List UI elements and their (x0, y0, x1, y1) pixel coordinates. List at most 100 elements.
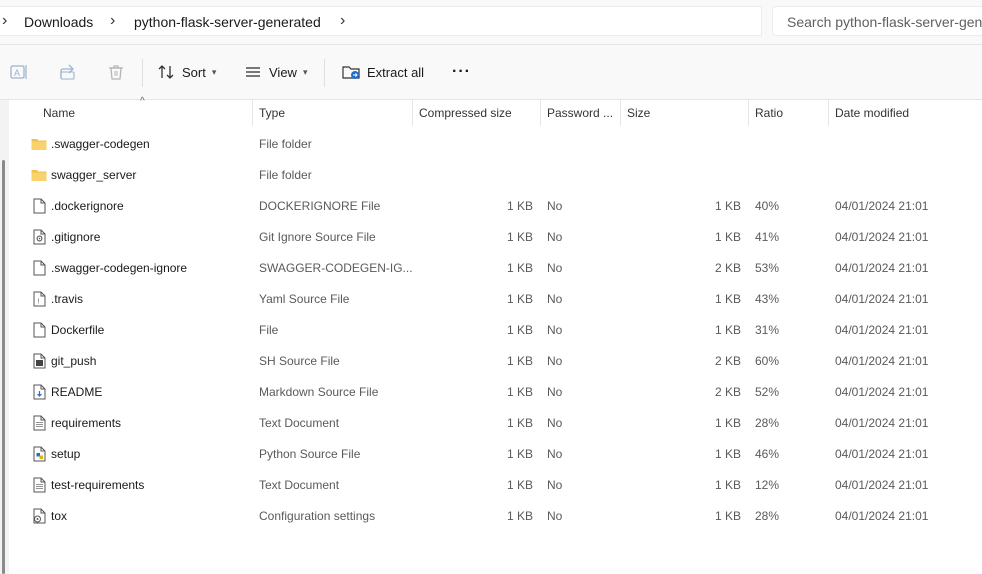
view-label: View (269, 64, 297, 80)
file-password: No (547, 447, 563, 461)
breadcrumb-downloads[interactable]: Downloads (24, 14, 93, 30)
toolbar-divider (142, 59, 143, 87)
extract-all-button[interactable]: Extract all (342, 60, 424, 84)
file-date: 04/01/2024 21:01 (835, 447, 929, 461)
file-icon (31, 322, 47, 338)
file-size: 2 KB (714, 354, 741, 368)
file-size: 1 KB (714, 230, 741, 244)
chevron-right-icon[interactable]: › (340, 12, 345, 30)
file-compressed-size: 1 KB (506, 447, 533, 461)
column-header-name[interactable]: Name (43, 106, 75, 120)
list-item[interactable]: git_push SH Source File 1 KB No 2 KB 60% 04/01… (10, 346, 982, 377)
list-item[interactable]: Dockerfile File 1 KB No 1 KB 31% 04/01/2024 21… (10, 315, 982, 346)
list-item[interactable]: .swagger-codegen-ignore SWAGGER-CODEGEN-I… (10, 253, 982, 284)
file-compressed-size: 1 KB (506, 509, 533, 523)
file-compressed-size: 1 KB (506, 323, 533, 337)
column-divider[interactable] (412, 100, 413, 126)
file-type: SH Source File (259, 354, 340, 368)
folder-icon (31, 167, 47, 183)
share-icon[interactable] (58, 62, 78, 82)
svg-text:!: ! (38, 299, 40, 306)
extract-icon (342, 66, 360, 79)
delete-icon[interactable] (106, 62, 126, 82)
column-divider[interactable] (252, 100, 253, 126)
folder-icon (31, 136, 47, 152)
file-type: Text Document (259, 478, 340, 492)
list-item[interactable]: ! .travis Yaml Source File 1 KB No 1 KB 43% 04/… (10, 284, 982, 315)
file-size: 1 KB (714, 292, 741, 306)
more-options-button[interactable]: ··· (452, 60, 471, 84)
file-icon (31, 260, 47, 276)
python-file-icon (31, 446, 47, 462)
file-name: .dockerignore (51, 199, 124, 213)
file-date: 04/01/2024 21:01 (835, 230, 929, 244)
column-header-type[interactable]: Type (259, 106, 285, 120)
search-input[interactable]: Search python-flask-server-generated (787, 14, 982, 30)
sort-label: Sort (182, 64, 206, 80)
search-box[interactable]: Search python-flask-server-generated (772, 6, 982, 36)
column-divider[interactable] (828, 100, 829, 126)
column-header-compressed-size[interactable]: Compressed size (419, 106, 512, 120)
chevron-down-icon: ▾ (302, 66, 308, 77)
file-type: File (259, 323, 279, 337)
address-bar: › Downloads › python-flask-server-genera… (0, 0, 982, 45)
svg-text:A: A (14, 68, 20, 78)
file-ratio: 52% (755, 385, 780, 399)
file-date: 04/01/2024 21:01 (835, 385, 929, 399)
list-item[interactable]: .swagger-codegen File folder (10, 129, 982, 160)
file-size: 1 KB (714, 416, 741, 430)
list-item[interactable]: README Markdown Source File 1 KB No 2 KB 52% 0… (10, 377, 982, 408)
list-item[interactable]: setup Python Source File 1 KB No 1 KB 46% 04/0… (10, 439, 982, 470)
column-divider[interactable] (620, 100, 621, 126)
file-ratio: 12% (755, 478, 780, 492)
file-name: tox (51, 509, 68, 523)
column-divider[interactable] (540, 100, 541, 126)
list-item[interactable]: swagger_server File folder (10, 160, 982, 191)
markdown-file-icon (31, 384, 47, 400)
extract-all-label: Extract all (367, 64, 425, 80)
file-password: No (547, 354, 563, 368)
text-file-icon (31, 477, 47, 493)
file-compressed-size: 1 KB (506, 292, 533, 306)
rename-icon[interactable]: A (9, 62, 29, 82)
column-header-ratio[interactable]: Ratio (755, 106, 783, 120)
breadcrumb[interactable]: › Downloads › python-flask-server-genera… (0, 6, 762, 36)
list-item[interactable]: .dockerignore DOCKERIGNORE File 1 KB No 1 KB… (10, 191, 982, 222)
column-header-date-modified[interactable]: Date modified (835, 106, 909, 120)
file-ratio: 60% (755, 354, 780, 368)
column-header-size[interactable]: Size (627, 106, 650, 120)
column-header-password[interactable]: Password ... (547, 106, 613, 120)
file-type: Markdown Source File (259, 385, 379, 399)
file-name: Dockerfile (51, 323, 105, 337)
file-compressed-size: 1 KB (506, 261, 533, 275)
scrollbar-thumb[interactable] (2, 160, 5, 574)
file-name: setup (51, 447, 81, 461)
yaml-file-icon: ! (31, 291, 47, 307)
chevron-right-icon[interactable]: › (110, 12, 115, 30)
file-password: No (547, 199, 563, 213)
breadcrumb-current-folder[interactable]: python-flask-server-generated (134, 14, 321, 30)
file-type: Text Document (259, 416, 340, 430)
file-name: .swagger-codegen (51, 137, 150, 151)
sort-button[interactable]: Sort ▾ (157, 60, 216, 84)
list-item[interactable]: test-requirements Text Document 1 KB No 1 KB… (10, 470, 982, 501)
shell-file-icon (31, 353, 47, 369)
list-item[interactable]: tox Configuration settings 1 KB No 1 KB 28% 04… (10, 501, 982, 532)
file-size: 2 KB (714, 261, 741, 275)
sort-icon (158, 65, 174, 79)
list-item[interactable]: requirements Text Document 1 KB No 1 KB 28% 04… (10, 408, 982, 439)
file-size: 2 KB (714, 385, 741, 399)
file-password: No (547, 478, 563, 492)
file-compressed-size: 1 KB (506, 354, 533, 368)
column-divider[interactable] (748, 100, 749, 126)
file-password: No (547, 261, 563, 275)
chevron-right-icon[interactable]: › (2, 12, 7, 30)
list-item[interactable]: .gitignore Git Ignore Source File 1 KB No 1 … (10, 222, 982, 253)
file-compressed-size: 1 KB (506, 416, 533, 430)
file-date: 04/01/2024 21:01 (835, 509, 929, 523)
file-type: Yaml Source File (259, 292, 350, 306)
file-ratio: 46% (755, 447, 780, 461)
view-button[interactable]: View ▾ (244, 60, 307, 84)
file-name: requirements (51, 416, 122, 430)
file-date: 04/01/2024 21:01 (835, 323, 929, 337)
